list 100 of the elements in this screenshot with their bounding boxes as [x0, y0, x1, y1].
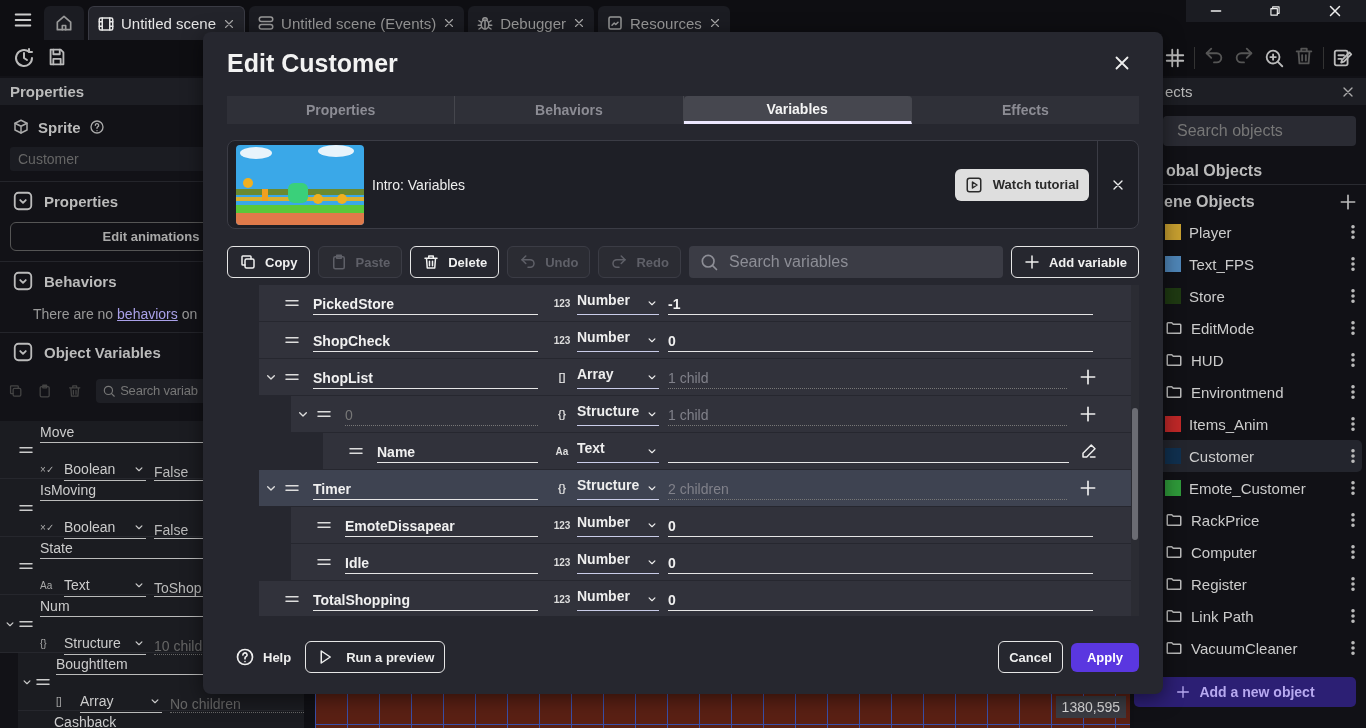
object-item[interactable]: VacuumCleaner	[1158, 632, 1362, 664]
run-preview-button[interactable]: Run a preview	[305, 641, 446, 673]
value-field[interactable]: 0	[668, 587, 1093, 611]
object-item[interactable]: Computer	[1158, 536, 1362, 568]
object-item[interactable]: Link Path	[1158, 600, 1362, 632]
dialog-tab[interactable]: Variables	[683, 96, 912, 124]
type-icon: Aa	[40, 580, 64, 591]
section-title: Behaviors	[44, 272, 117, 290]
redo-icon	[610, 253, 629, 271]
type-icon: {}	[40, 638, 64, 649]
delete-button[interactable]: Delete	[410, 246, 500, 278]
dialog-tab[interactable]: Behaviors	[455, 96, 684, 124]
variable-name-field[interactable]: Name	[377, 439, 538, 463]
object-item[interactable]: Emote_Customer	[1158, 472, 1362, 504]
dialog-tab[interactable]: Properties	[227, 96, 456, 124]
variable-name-field[interactable]: Idle	[345, 550, 538, 574]
type-select[interactable]: Structure	[577, 476, 659, 500]
type-select[interactable]: Number	[577, 513, 659, 537]
type-select[interactable]: Number	[577, 291, 659, 315]
object-item[interactable]: Text_FPS	[1158, 248, 1362, 280]
object-item[interactable]: RackPrice	[1158, 504, 1362, 536]
variable-row[interactable]: TotalShopping 123 Number 0	[259, 581, 1131, 616]
folder-icon	[1165, 383, 1183, 401]
type-icon: {}	[552, 482, 572, 494]
panel-title: ects	[1165, 83, 1193, 100]
variable-row[interactable]: PickedStore 123 Number -1	[259, 285, 1131, 321]
add-icon[interactable]	[1338, 192, 1358, 212]
type-select[interactable]: Number	[577, 587, 659, 611]
folder-icon	[1165, 351, 1183, 369]
cancel-button[interactable]: Cancel	[998, 641, 1063, 673]
variable-row[interactable]: Timer {} Structure 2 children	[259, 470, 1131, 506]
variable-name-field[interactable]: ShopList	[313, 365, 538, 389]
value-field[interactable]: 0	[668, 328, 1093, 352]
add-object-button[interactable]: Add a new object	[1134, 677, 1356, 707]
object-item[interactable]: Environtmend	[1158, 376, 1362, 408]
edit-icon[interactable]	[1332, 47, 1354, 69]
home-tab[interactable]	[44, 6, 84, 40]
variable-row[interactable]: 0 {} Structure 1 child	[291, 396, 1131, 432]
object-item[interactable]: Store	[1158, 280, 1362, 312]
add-icon[interactable]	[1078, 478, 1098, 498]
home-icon	[54, 13, 74, 33]
object-item[interactable]: HUD	[1158, 344, 1362, 376]
search-icon	[102, 383, 117, 398]
cube-icon	[12, 118, 30, 136]
collapse-icon[interactable]	[12, 341, 34, 363]
apply-button[interactable]: Apply	[1070, 642, 1139, 672]
type-select[interactable]: Array	[577, 365, 659, 389]
object-type: Sprite	[38, 118, 81, 136]
scene-canvas[interactable]: 1380,595	[315, 692, 1130, 728]
help-icon[interactable]	[88, 119, 105, 135]
type-select[interactable]: Number	[577, 328, 659, 352]
tutorial-title: Intro: Variables	[372, 176, 466, 193]
edit-icon[interactable]	[1080, 442, 1098, 460]
copy-button[interactable]: Copy	[227, 246, 310, 278]
behaviors-link[interactable]: behaviors	[117, 306, 178, 322]
dialog-tab[interactable]: Effects	[911, 96, 1139, 124]
add-icon	[1175, 684, 1192, 700]
value-field[interactable]: 0	[668, 513, 1093, 537]
grid-icon[interactable]	[1164, 47, 1186, 69]
object-item[interactable]: Register	[1158, 568, 1362, 600]
type-icon: ×✓	[40, 522, 64, 533]
variable-row[interactable]: EmoteDissapear 123 Number 0	[291, 507, 1131, 543]
variable-row[interactable]: ShopCheck 123 Number 0	[259, 322, 1131, 358]
value-field[interactable]: -1	[668, 291, 1093, 315]
delete-icon[interactable]	[1293, 45, 1315, 67]
variable-name-field[interactable]: PickedStore	[313, 291, 538, 315]
variable-name-field[interactable]: TotalShopping	[313, 587, 538, 611]
type-select[interactable]: Number	[577, 550, 659, 574]
variable-name-field[interactable]: ShopCheck	[313, 328, 538, 352]
object-item[interactable]: EditMode	[1158, 312, 1362, 344]
history-icon[interactable]	[12, 46, 36, 70]
type-icon: 123	[552, 593, 572, 605]
object-item[interactable]: Items_Anim	[1158, 408, 1362, 440]
variable-name-field[interactable]: EmoteDissapear	[345, 513, 538, 537]
add-icon[interactable]	[1078, 367, 1098, 387]
variable-row[interactable]: Name Aa Text	[323, 433, 1131, 469]
object-item[interactable]: Player	[1158, 216, 1362, 248]
dialog-title: Edit Customer	[227, 48, 398, 78]
variable-name-field[interactable]: Timer	[313, 476, 538, 500]
collapse-icon[interactable]	[12, 190, 34, 212]
children-count: 1 child	[668, 402, 1067, 426]
folder-icon	[1165, 511, 1183, 529]
type-select[interactable]: Text	[577, 439, 659, 463]
variable-row[interactable]: ShopList [] Array 1 child	[259, 359, 1131, 395]
zoom-icon[interactable]	[1263, 47, 1285, 69]
editor-tab[interactable]: Untitled scene	[88, 6, 246, 40]
type-icon: 123	[552, 297, 572, 309]
scrollbar[interactable]	[1131, 285, 1139, 616]
children-count: 2 children	[668, 476, 1067, 500]
add-variable-button[interactable]: Add variable	[1010, 246, 1139, 278]
section-title: Properties	[44, 192, 119, 210]
add-icon[interactable]	[1078, 404, 1098, 424]
variable-row[interactable]: Idle 123 Number 0	[291, 544, 1131, 580]
collapse-icon[interactable]	[12, 270, 34, 292]
delete-icon	[422, 253, 441, 271]
restore-icon[interactable]	[1268, 4, 1282, 18]
value-field[interactable]: 0	[668, 550, 1093, 574]
type-select[interactable]: Structure	[577, 402, 659, 426]
watch-tutorial-button[interactable]: Watch tutorial	[954, 168, 1089, 201]
type-icon: []	[56, 696, 80, 707]
